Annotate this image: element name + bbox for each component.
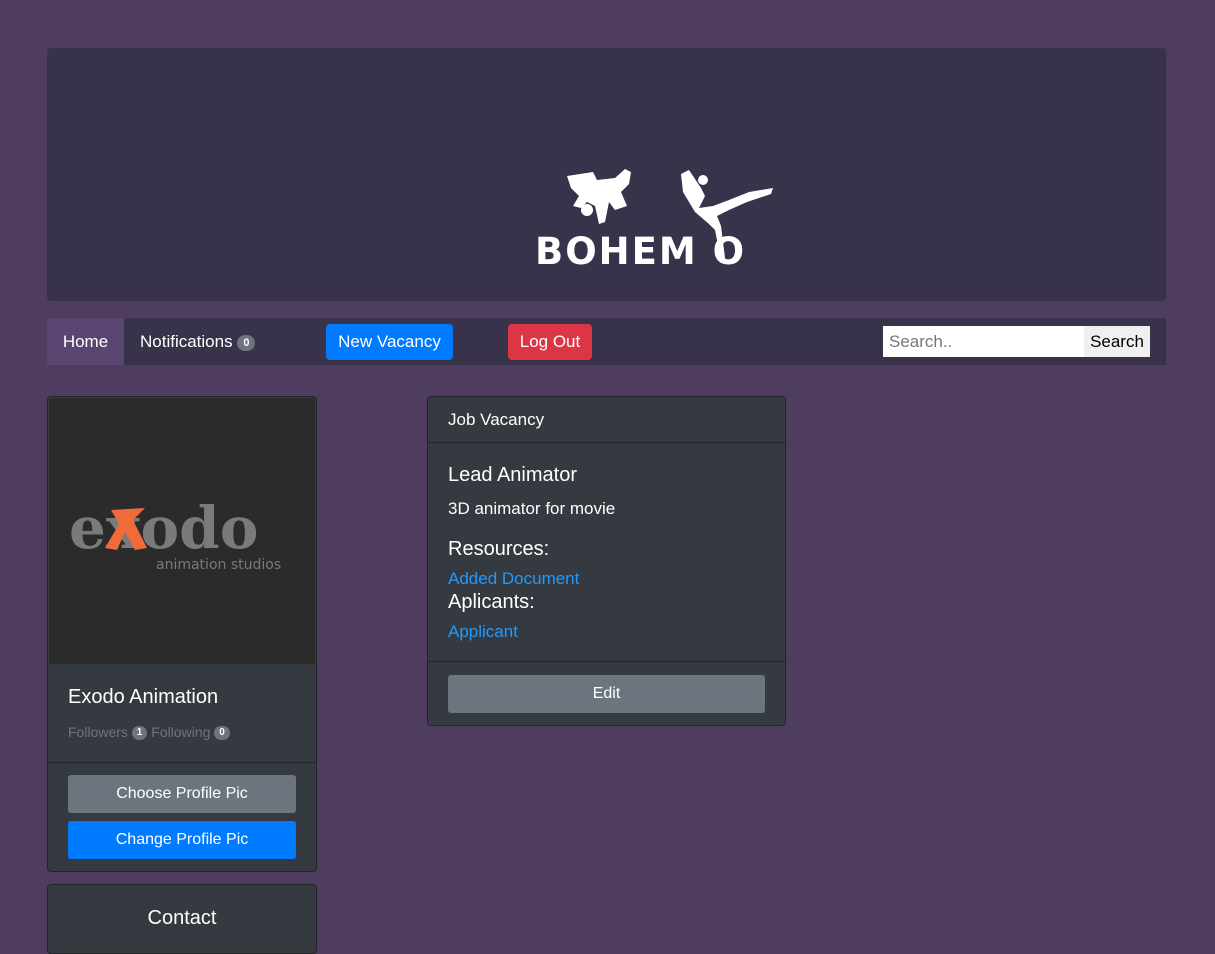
vacancy-header-divider	[428, 442, 785, 443]
vacancy-description: 3D animator for movie	[448, 499, 616, 518]
search-input[interactable]	[883, 326, 1084, 357]
contact-card: Contact	[47, 884, 317, 954]
profile-card: exodo animation studios Exodo Animation …	[47, 396, 317, 872]
edit-button[interactable]: Edit	[448, 675, 765, 713]
vacancy-card-header: Job Vacancy	[448, 410, 545, 429]
bohemio-logo: BOHEM O	[535, 166, 779, 276]
followers-count-badge: 1	[131, 726, 148, 741]
following-label[interactable]: Following	[151, 724, 210, 740]
contact-title: Contact	[147, 907, 217, 929]
job-vacancy-card: Job Vacancy Lead Animator 3D animator fo…	[427, 396, 786, 726]
search-button[interactable]: Search	[1084, 326, 1150, 357]
header-banner: BOHEM O	[47, 48, 1166, 301]
exodo-logo-word: exodo	[69, 494, 258, 562]
notifications-count-badge: 0	[237, 334, 256, 351]
applicants-label: Aplicants:	[448, 591, 535, 613]
resources-label: Resources:	[448, 538, 550, 560]
added-document-link[interactable]: Added Document	[448, 569, 579, 589]
applicant-link[interactable]: Applicant	[448, 622, 518, 642]
change-profile-pic-button[interactable]: Change Profile Pic	[68, 821, 296, 859]
vacancy-footer-divider	[428, 661, 785, 662]
vacancy-title: Lead Animator	[448, 464, 577, 486]
nav-home[interactable]: Home	[47, 318, 124, 365]
profile-picture: exodo animation studios	[49, 398, 315, 664]
profile-name: Exodo Animation	[68, 686, 219, 708]
followers-label[interactable]: Followers	[68, 724, 128, 740]
navbar: Home Notifications 0 New Vacancy Log Out…	[47, 318, 1166, 365]
following-count-badge: 0	[214, 726, 230, 741]
new-vacancy-button[interactable]: New Vacancy	[326, 324, 453, 360]
follow-stats: Followers 1 Following 0	[68, 724, 230, 741]
nav-notifications[interactable]: Notifications 0	[140, 318, 256, 365]
profile-divider	[48, 762, 316, 763]
logout-button[interactable]: Log Out	[508, 324, 592, 360]
exodo-logo-subtitle: animation studios	[156, 557, 281, 573]
brand-name: BOHEM O	[535, 230, 747, 273]
choose-profile-pic-button[interactable]: Choose Profile Pic	[68, 775, 296, 813]
nav-notifications-label: Notifications	[140, 332, 233, 351]
exodo-logo: exodo animation studios	[69, 494, 281, 573]
